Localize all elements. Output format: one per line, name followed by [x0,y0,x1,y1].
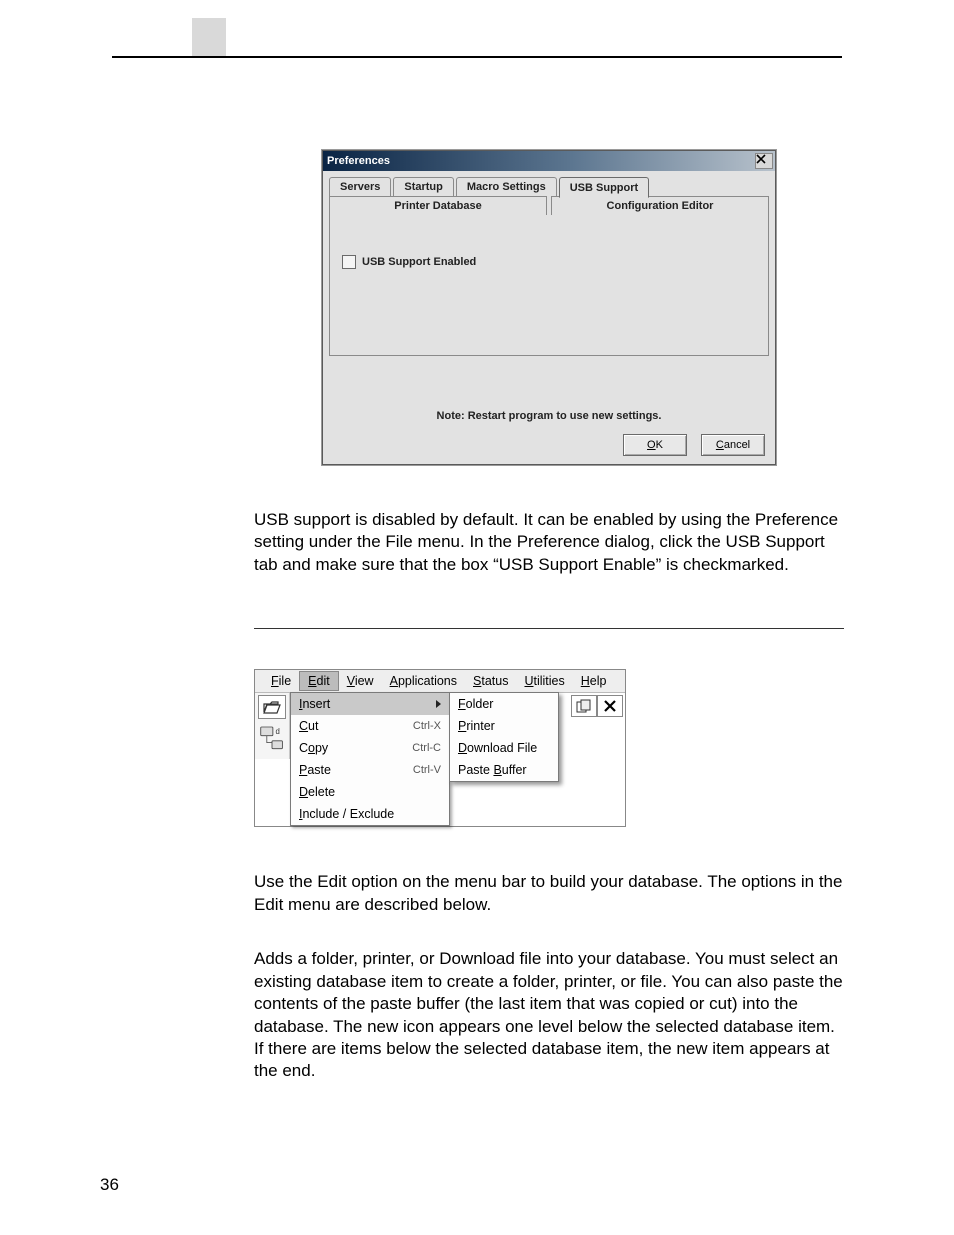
submenu-arrow-icon [436,700,441,708]
paragraph-usb-support: USB support is disabled by default. It c… [254,509,844,576]
tab-macro-settings[interactable]: Macro Settings [456,177,557,197]
tabs-row-1: Servers Startup Macro Settings USB Suppo… [329,177,769,197]
printer-tree-icon: d [259,723,285,757]
submenu-folder[interactable]: Folder [450,693,558,715]
menuitem-paste[interactable]: Paste Ctrl-V [291,759,449,781]
menuitem-cut[interactable]: Cut Ctrl-X [291,715,449,737]
paragraph-insert-desc: Adds a folder, printer, or Download file… [254,948,844,1083]
menu-applications[interactable]: Applications [382,672,465,690]
tab-startup[interactable]: Startup [393,177,454,197]
menuitem-insert[interactable]: Insert [291,693,449,715]
usb-support-enabled-checkbox[interactable]: USB Support Enabled [342,255,756,269]
app-menu-screenshot: File Edit View Applications Status Utili… [254,669,626,827]
header-stub [192,18,226,56]
close-icon[interactable] [755,153,773,169]
submenu-paste-buffer[interactable]: Paste Buffer [450,759,558,781]
copy-icon[interactable] [571,695,597,717]
insert-submenu: Folder Printer Download File Paste Buffe… [449,692,559,782]
toolbar-left: d [255,693,290,759]
header-rule [112,56,842,58]
tab-printer-database[interactable]: Printer Database [329,196,547,215]
delete-x-icon[interactable] [597,695,623,717]
menu-help[interactable]: Help [573,672,615,690]
tab-configuration-editor[interactable]: Configuration Editor [551,196,769,215]
page-number: 36 [100,1175,119,1195]
dialog-titlebar: Preferences [323,151,775,171]
cancel-button[interactable]: Cancel [701,434,765,456]
preferences-dialog: Preferences Servers Startup Macro Settin… [322,150,776,465]
menuitem-copy[interactable]: Copy Ctrl-C [291,737,449,759]
tabs-row-2: Printer Database Configuration Editor [329,196,769,215]
checkbox-label: USB Support Enabled [362,256,476,268]
tab-servers[interactable]: Servers [329,177,391,197]
svg-text:d: d [275,727,279,736]
toolbar-right [569,693,625,719]
menubar: File Edit View Applications Status Utili… [255,670,625,693]
menu-edit[interactable]: Edit [299,671,339,691]
menuitem-include-exclude[interactable]: Include / Exclude [291,803,449,825]
open-folder-icon[interactable] [258,695,286,719]
menu-file[interactable]: File [263,672,299,690]
menu-utilities[interactable]: Utilities [516,672,572,690]
section-rule [254,628,844,629]
tab-pane: USB Support Enabled [329,215,769,356]
paragraph-edit-intro: Use the Edit option on the menu bar to b… [254,871,844,916]
ok-button[interactable]: OK [623,434,687,456]
restart-note: Note: Restart program to use new setting… [329,410,769,422]
menu-status[interactable]: Status [465,672,516,690]
checkbox-icon[interactable] [342,255,356,269]
dialog-title: Preferences [327,155,390,167]
submenu-printer[interactable]: Printer [450,715,558,737]
edit-dropdown: Insert Cut Ctrl-X Copy Ctrl-C Paste Ctrl… [290,692,450,826]
tab-usb-support[interactable]: USB Support [559,177,649,198]
menuitem-delete[interactable]: Delete [291,781,449,803]
menu-view[interactable]: View [339,672,382,690]
submenu-download-file[interactable]: Download File [450,737,558,759]
